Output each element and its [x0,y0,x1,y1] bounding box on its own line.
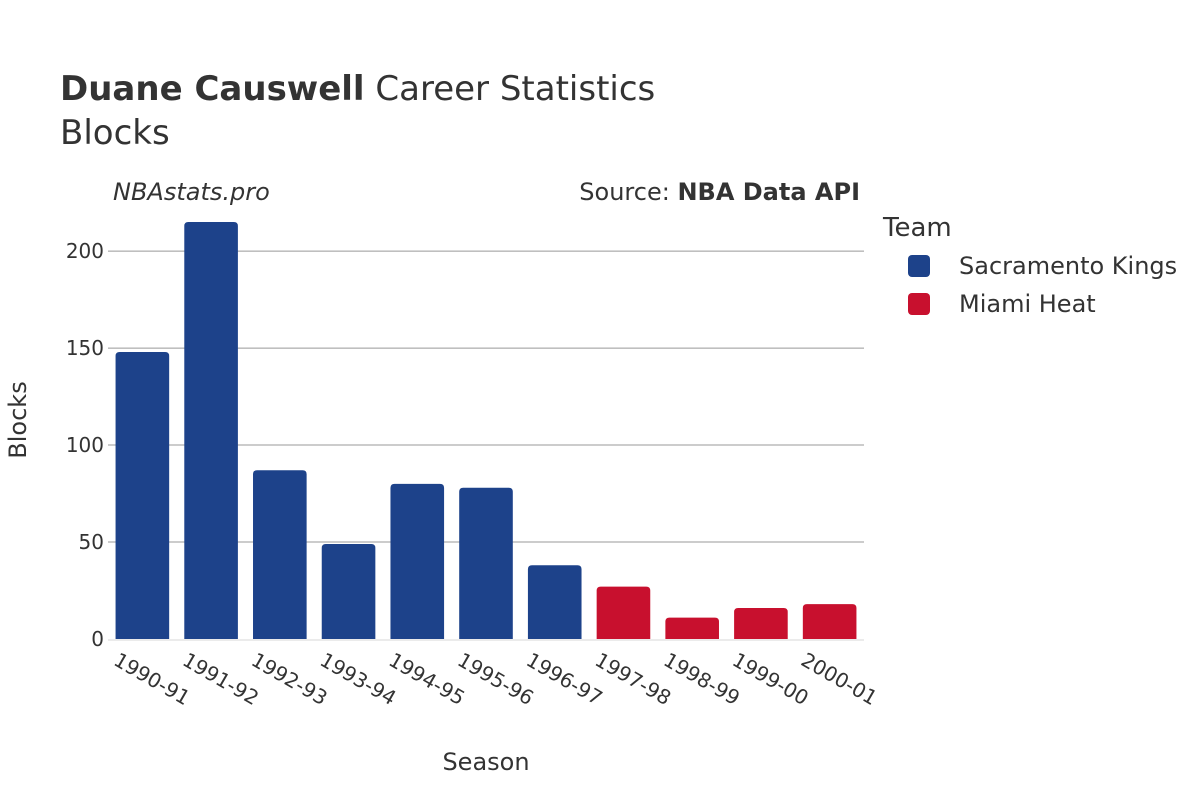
legend-label: Sacramento Kings [959,252,1177,280]
title-suffix: Career Statistics [365,69,656,109]
chart-subtitle: Blocks [60,113,170,153]
y-tick-label: 50 [79,530,104,554]
x-tick-label: 1990-91 [110,648,194,711]
bar-1993-94 [321,543,376,639]
source-name: NBA Data API [677,178,860,206]
y-tick-label: 200 [66,239,104,263]
y-tick-label: 0 [91,627,104,651]
x-tick-label: 1991-92 [179,648,263,711]
bar-1996-97 [527,565,582,639]
source-prefix: Source: [579,178,677,206]
bar-1998-99 [665,617,719,639]
chart-canvas: Duane Causwell Career Statistics Blocks … [4,69,1177,776]
source-credit: Source: NBA Data API [579,178,860,206]
y-axis-title: Blocks [4,381,32,458]
legend-title: Team [882,213,952,243]
legend-label: Miami Heat [959,290,1096,318]
bar-2000-01 [802,604,857,639]
x-tick-label: 2000-01 [797,648,881,711]
bar-1991-92 [184,222,238,639]
player-name: Duane Causwell [60,69,365,109]
watermark: NBAstats.pro [113,178,270,206]
x-tick-label: 1998-99 [660,648,744,711]
bar-1997-98 [596,586,651,639]
chart-title: Duane Causwell Career Statistics [60,69,655,109]
x-tick-label: 1997-98 [591,648,675,711]
bar-1999-00 [734,607,788,639]
y-tick-labels: 0 50 100 150 200 [66,239,104,651]
bar-1992-93 [253,470,307,639]
x-tick-labels: 1990-911991-921992-931993-941994-951995-… [110,648,882,711]
legend-swatch-miami-heat [908,293,930,315]
y-tick-label: 150 [66,336,104,360]
x-tick-label: 1996-97 [522,648,606,711]
y-tick-label: 100 [66,433,104,457]
legend: Team Sacramento Kings Miami Heat [882,213,1177,318]
bars [115,222,857,639]
x-axis-title: Season [442,748,529,776]
x-tick-label: 1992-93 [247,648,331,711]
legend-swatch-sacramento-kings [908,255,930,277]
bar-1994-95 [390,483,445,639]
bar-1990-91 [115,351,170,639]
x-tick-label: 1999-00 [728,648,812,711]
x-tick-label: 1994-95 [385,648,469,711]
x-tick-label: 1993-94 [316,648,400,711]
x-tick-label: 1995-96 [454,648,538,711]
bar-1995-96 [459,487,513,639]
